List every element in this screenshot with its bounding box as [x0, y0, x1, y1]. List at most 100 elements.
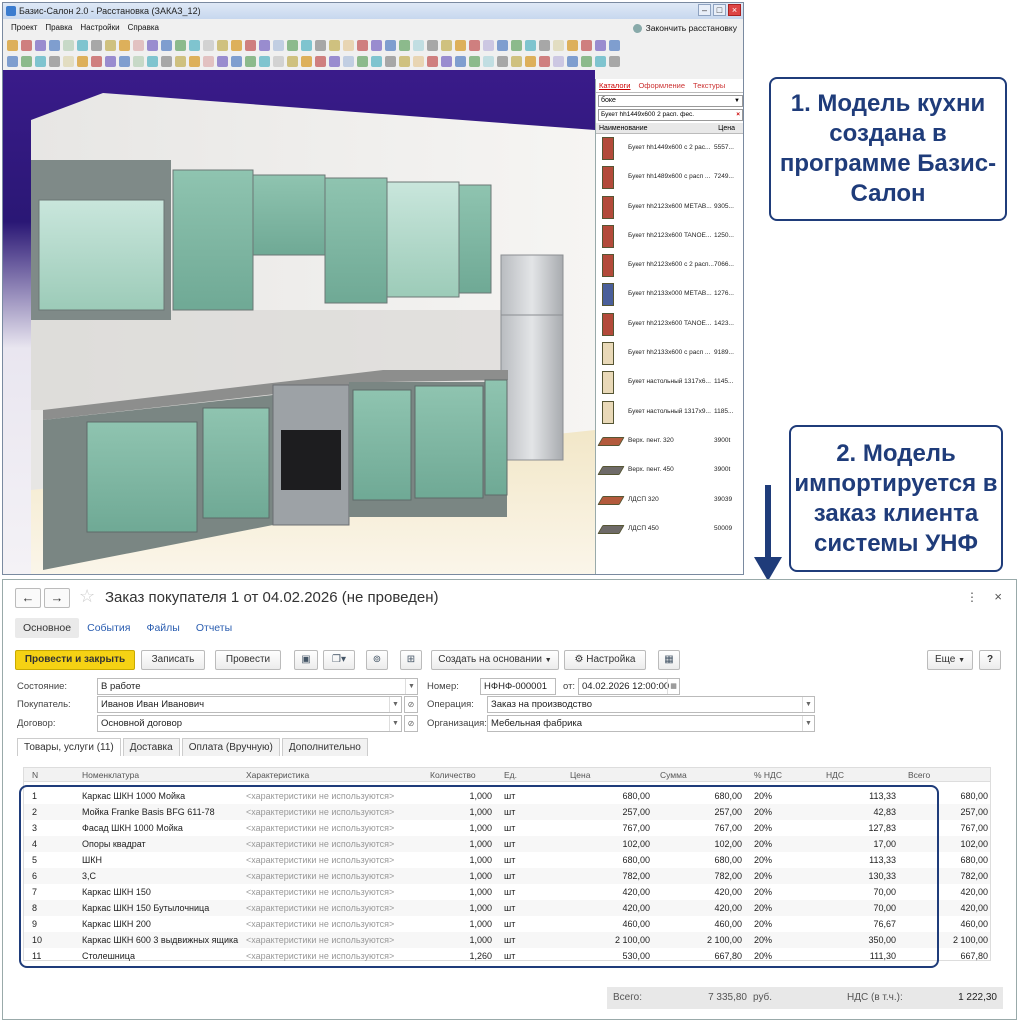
contract-field[interactable]: Основной договор ▼: [97, 715, 402, 732]
toolbar-tool-icon[interactable]: [567, 39, 578, 51]
toolbar-tool-icon[interactable]: [203, 55, 214, 67]
toolbar-tool-icon[interactable]: [63, 39, 74, 51]
column-header[interactable]: НДС: [826, 768, 844, 782]
toolbar-tool-icon[interactable]: [553, 39, 564, 51]
maximize-button[interactable]: □: [713, 4, 726, 16]
toolbar-tool-icon[interactable]: [35, 39, 46, 51]
help-button[interactable]: ?: [979, 650, 1001, 670]
attach-icon[interactable]: ⊚: [366, 650, 388, 670]
open-link-icon[interactable]: ⊘: [404, 715, 418, 732]
column-header[interactable]: Номенклатура: [82, 768, 139, 782]
toolbar-tool-icon[interactable]: [427, 39, 438, 51]
toolbar-tool-icon[interactable]: [427, 55, 438, 67]
toolbar-tool-icon[interactable]: [301, 55, 312, 67]
post-button[interactable]: Провести: [215, 650, 281, 670]
toolbar-tool-icon[interactable]: [175, 39, 186, 51]
toolbar-tool-icon[interactable]: [385, 39, 396, 51]
copy-menu-icon[interactable]: ❐▾: [323, 650, 355, 670]
toolbar-tool-icon[interactable]: [245, 55, 256, 67]
tab-catalogs[interactable]: Каталоги: [599, 79, 630, 92]
post-and-close-button[interactable]: Провести и закрыть: [15, 650, 135, 670]
toolbar-tool-icon[interactable]: [497, 39, 508, 51]
toolbar-tool-icon[interactable]: [259, 39, 270, 51]
tab-payment[interactable]: Оплата (Вручную): [181, 738, 280, 756]
toolbar-tool-icon[interactable]: [581, 39, 592, 51]
toolbar-tool-icon[interactable]: [273, 39, 284, 51]
toolbar-tool-icon[interactable]: [525, 55, 536, 67]
toolbar-tool-icon[interactable]: [49, 39, 60, 51]
toolbar-tool-icon[interactable]: [357, 39, 368, 51]
toolbar-tool-icon[interactable]: [105, 39, 116, 51]
number-field[interactable]: НФНФ-000001: [480, 678, 556, 695]
toolbar-tool-icon[interactable]: [63, 55, 74, 67]
back-button[interactable]: ←: [15, 588, 41, 608]
toolbar-tool-icon[interactable]: [189, 55, 200, 67]
settings-button[interactable]: ⚙ Настройка: [564, 650, 646, 670]
toolbar-tool-icon[interactable]: [35, 55, 46, 67]
structure-icon[interactable]: ⊞: [400, 650, 422, 670]
toolbar-tool-icon[interactable]: [273, 55, 284, 67]
toolbar-tool-icon[interactable]: [609, 55, 620, 67]
toolbar-tool-icon[interactable]: [91, 39, 102, 51]
toolbar-tool-icon[interactable]: [315, 39, 326, 51]
toolbar-tool-icon[interactable]: [371, 39, 382, 51]
tab-goods-services[interactable]: Товары, услуги (11): [17, 738, 121, 756]
toolbar-tool-icon[interactable]: [329, 55, 340, 67]
column-header[interactable]: Характеристика: [246, 768, 309, 782]
clear-search-icon[interactable]: ×: [736, 110, 740, 120]
column-header[interactable]: Ед.: [504, 768, 517, 782]
tab-main[interactable]: Основное: [15, 618, 80, 638]
tab-additional[interactable]: Дополнительно: [281, 738, 368, 756]
toolbar-tool-icon[interactable]: [259, 55, 270, 67]
kitchen-3d-viewport[interactable]: [3, 70, 595, 574]
toolbar-tool-icon[interactable]: [133, 55, 144, 67]
date-field[interactable]: 04.02.2026 12:00:00 ▦: [578, 678, 680, 695]
toolbar-tool-icon[interactable]: [483, 39, 494, 51]
menu-settings[interactable]: Настройки: [80, 19, 119, 37]
toolbar-tool-icon[interactable]: [245, 39, 256, 51]
chevron-down-icon[interactable]: ▼: [405, 679, 417, 694]
toolbar-tool-icon[interactable]: [343, 55, 354, 67]
catalog-item[interactable]: Букет hh2123x600 TANOE... 1250...: [596, 222, 743, 251]
toolbar-tool-icon[interactable]: [609, 39, 620, 51]
toolbar-tool-icon[interactable]: [161, 55, 172, 67]
toolbar-tool-icon[interactable]: [133, 39, 144, 51]
toolbar-tool-icon[interactable]: [581, 55, 592, 67]
toolbar-tool-icon[interactable]: [539, 55, 550, 67]
toolbar-tool-icon[interactable]: [7, 39, 18, 51]
toolbar-tool-icon[interactable]: [595, 39, 606, 51]
toolbar-tool-icon[interactable]: [441, 55, 452, 67]
more-button[interactable]: Еще ▼: [927, 650, 973, 670]
tab-events[interactable]: События: [79, 618, 138, 638]
catalog-item[interactable]: Букет hh2123x600 с 2 расп... 7066...: [596, 251, 743, 280]
toolbar-tool-icon[interactable]: [455, 39, 466, 51]
toolbar-tool-icon[interactable]: [525, 39, 536, 51]
catalog-item[interactable]: Букет hh2133x600 с расп ... 9189...: [596, 339, 743, 368]
toolbar-tool-icon[interactable]: [469, 55, 480, 67]
toolbar-tool-icon[interactable]: [511, 55, 522, 67]
print-icon[interactable]: ▣: [294, 650, 318, 670]
toolbar-tool-icon[interactable]: [399, 55, 410, 67]
catalog-combo[interactable]: боке ▼: [598, 95, 743, 107]
toolbar-tool-icon[interactable]: [315, 55, 326, 67]
create-based-on-button[interactable]: Создать на основании ▼: [431, 650, 559, 670]
toolbar-tool-icon[interactable]: [413, 39, 424, 51]
toolbar-tool-icon[interactable]: [329, 39, 340, 51]
close-form-icon[interactable]: ×: [994, 589, 1002, 604]
tab-decoration[interactable]: Оформление: [638, 79, 685, 92]
toolbar-tool-icon[interactable]: [161, 39, 172, 51]
minimize-button[interactable]: –: [698, 4, 711, 16]
catalog-item[interactable]: ЛДСП 320 39039: [596, 486, 743, 515]
toolbar-tool-icon[interactable]: [175, 55, 186, 67]
toolbar-tool-icon[interactable]: [217, 39, 228, 51]
toolbar-tool-icon[interactable]: [371, 55, 382, 67]
tab-files[interactable]: Файлы: [138, 618, 187, 638]
toolbar-tool-icon[interactable]: [147, 55, 158, 67]
close-window-button[interactable]: ×: [728, 4, 741, 16]
calendar-icon[interactable]: ▦: [667, 679, 679, 694]
column-header[interactable]: N: [32, 768, 38, 782]
menu-edit[interactable]: Правка: [45, 19, 72, 37]
toolbar-tool-icon[interactable]: [455, 55, 466, 67]
toolbar-tool-icon[interactable]: [203, 39, 214, 51]
toolbar-tool-icon[interactable]: [217, 55, 228, 67]
